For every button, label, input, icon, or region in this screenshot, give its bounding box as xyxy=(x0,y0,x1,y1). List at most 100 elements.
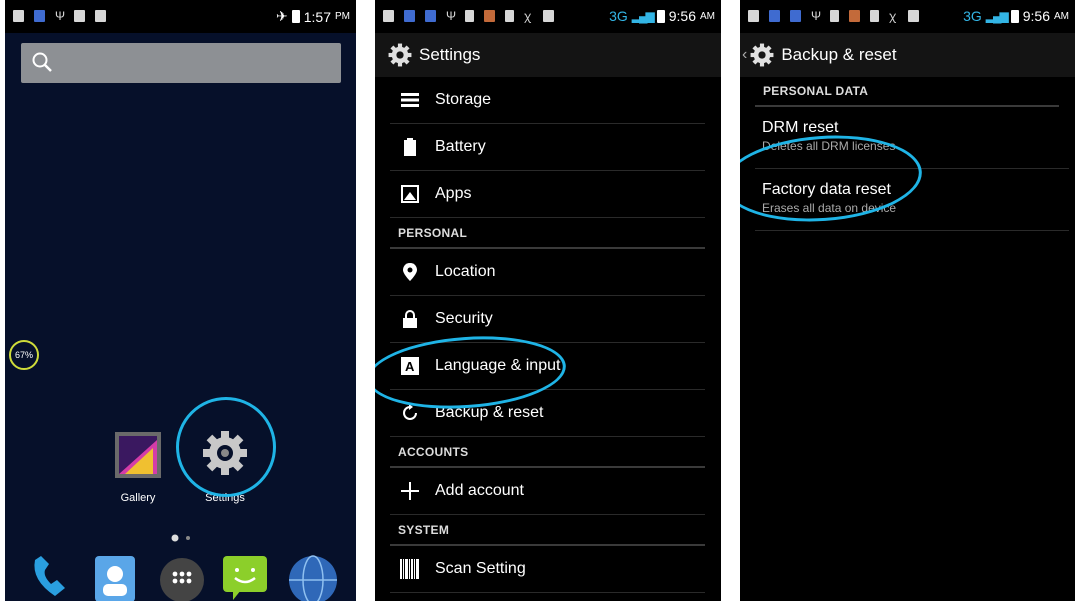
status-bar: Ψ ꭓ 3G ▂▄▆ 9:56 AM xyxy=(740,0,1075,33)
highlight-circle xyxy=(176,397,276,497)
missed-call-icon: ꭓ xyxy=(889,9,896,23)
settings-gear-icon[interactable] xyxy=(387,42,413,68)
messaging-icon xyxy=(223,556,267,600)
battery-icon xyxy=(291,10,300,23)
network-type: 3G xyxy=(609,8,628,24)
signal-icon: ▂▄▆ xyxy=(985,9,1009,23)
settings-item-battery[interactable]: Battery xyxy=(390,124,705,171)
status-bar: Ψ ꭓ 3G ▂▄▆ 9:56 AM xyxy=(375,0,721,33)
browser-dock-icon[interactable] xyxy=(285,550,337,601)
contacts-dock-icon[interactable] xyxy=(89,550,141,601)
category-system: SYSTEM xyxy=(390,515,705,546)
settings-item-label: Battery xyxy=(435,138,486,155)
barcode-icon xyxy=(400,559,420,579)
download-icon xyxy=(870,10,879,22)
clock-ampm: AM xyxy=(700,10,715,22)
contacts-icon xyxy=(95,556,135,601)
settings-item-location[interactable]: Location xyxy=(390,249,705,296)
usb-icon: Ψ xyxy=(55,9,66,23)
lock-icon xyxy=(830,10,839,22)
gallery-icon xyxy=(115,432,161,478)
maps-icon xyxy=(849,10,860,22)
battery-level-icon xyxy=(748,10,759,22)
battery-icon xyxy=(656,9,665,23)
missed-call-icon: ꭓ xyxy=(524,9,531,23)
lock-icon xyxy=(465,10,474,22)
maps-icon xyxy=(484,10,495,22)
barcode-icon xyxy=(74,10,85,22)
phone-icon xyxy=(34,556,65,596)
page-title: Backup & reset xyxy=(781,45,897,64)
location-icon xyxy=(400,262,420,282)
app-notification-icon-2 xyxy=(790,10,801,22)
download-icon xyxy=(505,10,514,22)
action-bar: Settings xyxy=(375,33,721,77)
status-right: ✈ 1:57 PM xyxy=(276,8,350,25)
clock: 1:57 xyxy=(303,8,331,25)
globe-icon xyxy=(289,555,337,601)
storage-icon xyxy=(95,10,106,22)
usb-icon: Ψ xyxy=(446,9,457,23)
app-drawer-icon xyxy=(160,558,204,601)
app-notification-icon xyxy=(769,10,780,22)
status-right: 3G ▂▄▆ 9:56 AM xyxy=(963,8,1069,24)
battery-icon xyxy=(400,137,420,157)
settings-item-apps[interactable]: Apps xyxy=(390,171,705,218)
search-icon xyxy=(32,52,52,72)
page-title: Settings xyxy=(419,45,481,64)
category-accounts: ACCOUNTS xyxy=(390,437,705,468)
action-bar[interactable]: ‹ Backup & reset xyxy=(740,33,1075,77)
gallery-label: Gallery xyxy=(120,492,156,504)
settings-item-scan[interactable]: Scan Setting xyxy=(390,546,705,593)
page-indicator xyxy=(170,530,200,548)
settings-screen: Ψ ꭓ 3G ▂▄▆ 9:56 AM Settings Storage Batt… xyxy=(375,0,721,601)
app-notification-icon xyxy=(404,10,415,22)
battery-icon xyxy=(1010,9,1019,23)
storage-icon xyxy=(543,10,554,22)
clock: 9:56 xyxy=(668,8,696,24)
settings-gear-icon[interactable] xyxy=(749,42,775,68)
clock: 9:56 xyxy=(1022,8,1050,24)
storage-icon xyxy=(400,90,420,110)
settings-item-label: Add account xyxy=(435,482,524,499)
gallery-app-icon[interactable] xyxy=(113,430,163,480)
app-notification-icon-2 xyxy=(425,10,436,22)
settings-item-storage[interactable]: Storage xyxy=(390,77,705,124)
network-type: 3G xyxy=(963,8,982,24)
settings-item-add-account[interactable]: Add account xyxy=(390,468,705,515)
clock-ampm: PM xyxy=(335,11,350,22)
battery-widget[interactable]: 67% xyxy=(9,340,39,370)
settings-item-label: Apps xyxy=(435,185,472,202)
settings-list: Storage Battery Apps PERSONAL Location S… xyxy=(375,77,721,593)
app-drawer-dock-icon[interactable] xyxy=(156,550,208,601)
search-bar[interactable] xyxy=(21,43,341,83)
category-personal-data: PERSONAL DATA xyxy=(755,77,1059,107)
settings-item-security[interactable]: Security xyxy=(390,296,705,343)
signal-icon: ▂▄▆ xyxy=(631,9,655,23)
storage-icon xyxy=(908,10,919,22)
category-personal: PERSONAL xyxy=(390,218,705,249)
settings-item-label: Location xyxy=(435,263,496,280)
plus-icon xyxy=(400,481,420,501)
apps-icon xyxy=(400,184,420,204)
battery-level-icon xyxy=(13,10,24,22)
battery-level-icon xyxy=(383,10,394,22)
notification-icons: Ψ ꭓ xyxy=(383,10,554,22)
status-bar: Ψ ✈ 1:57 PM xyxy=(5,0,356,33)
lock-icon xyxy=(400,309,420,329)
phone-dock-icon[interactable] xyxy=(25,550,77,601)
back-chevron-icon[interactable]: ‹ xyxy=(742,46,747,64)
usb-icon: Ψ xyxy=(811,9,822,23)
notification-icons: Ψ xyxy=(13,10,106,22)
settings-item-label: Storage xyxy=(435,91,492,108)
home-screen: Ψ ✈ 1:57 PM 67% Gallery Settings xyxy=(5,0,356,601)
settings-item-label: Security xyxy=(435,310,493,327)
backup-reset-screen: Ψ ꭓ 3G ▂▄▆ 9:56 AM ‹ Backup & reset PERS… xyxy=(740,0,1075,601)
status-right: 3G ▂▄▆ 9:56 AM xyxy=(609,8,715,24)
notification-icons: Ψ ꭓ xyxy=(748,10,919,22)
airplane-icon: ✈ xyxy=(276,8,288,24)
app-notification-icon xyxy=(34,10,45,22)
messaging-dock-icon[interactable] xyxy=(219,550,271,601)
clock-ampm: AM xyxy=(1054,10,1069,22)
drm-reset-title: DRM reset xyxy=(762,119,839,136)
